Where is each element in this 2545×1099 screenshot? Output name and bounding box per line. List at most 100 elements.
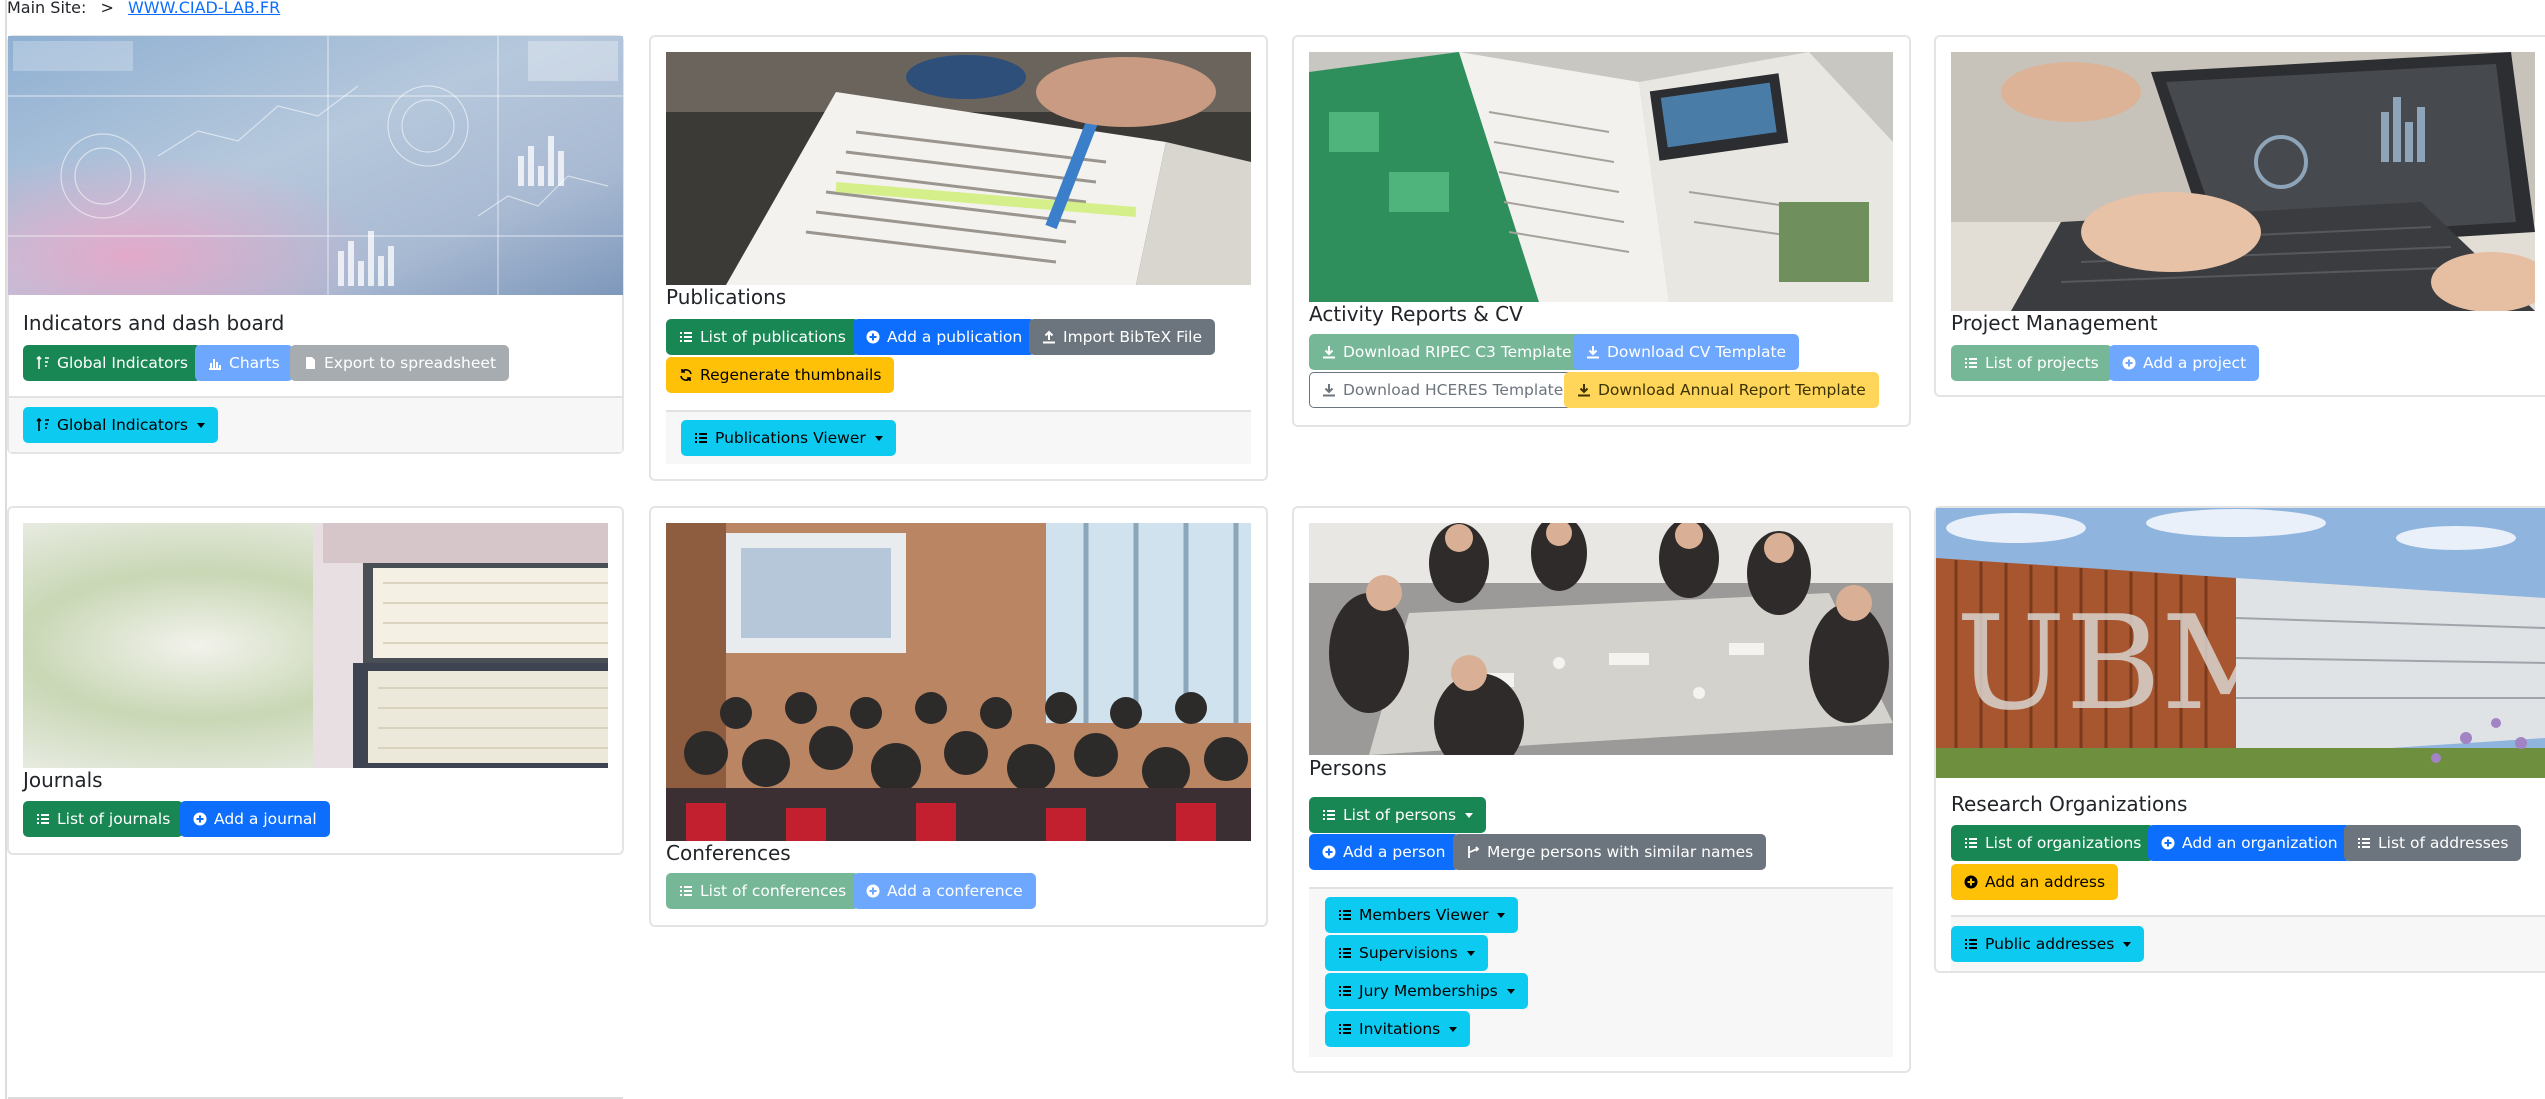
dashboard-image	[8, 36, 623, 295]
breadcrumb-label: Main Site:	[7, 0, 87, 17]
add-person-label: Add a person	[1343, 843, 1446, 861]
global-indicators-dropdown[interactable]: Global Indicators	[23, 407, 218, 443]
add-address-button[interactable]: Add an address	[1951, 864, 2119, 900]
list-icon	[1322, 808, 1336, 822]
export-spreadsheet-button[interactable]: Export to spreadsheet	[290, 345, 510, 381]
chevron-down-icon	[1466, 950, 1475, 956]
download-hceres-button[interactable]: Download HCERES Template	[1309, 372, 1577, 408]
list-icon	[1338, 908, 1352, 922]
main-site-link[interactable]: WWW.CIAD-LAB.FR	[128, 0, 280, 17]
download-icon	[1586, 345, 1600, 359]
list-persons-label: List of persons	[1343, 806, 1457, 824]
plus-circle-icon	[2122, 356, 2136, 370]
list-publications-button[interactable]: List of publications	[666, 319, 859, 355]
list-icon	[2357, 836, 2371, 850]
plus-circle-icon	[2161, 836, 2175, 850]
breadcrumb: Main Site: > WWW.CIAD-LAB.FR	[7, 0, 280, 18]
download-annual-report-label: Download Annual Report Template	[1598, 381, 1866, 399]
chevron-down-icon	[1449, 1026, 1458, 1032]
upload-icon	[1042, 330, 1056, 344]
add-publication-button[interactable]: Add a publication	[853, 319, 1036, 355]
list-projects-label: List of projects	[1985, 354, 2099, 372]
breadcrumb-separator: >	[100, 0, 114, 17]
download-ripec-label: Download RIPEC C3 Template	[1343, 343, 1572, 361]
list-persons-dropdown[interactable]: List of persons	[1309, 797, 1487, 833]
research-organizations-title: Research Organizations	[1951, 792, 2188, 816]
add-project-button[interactable]: Add a project	[2109, 345, 2260, 381]
supervisions-dropdown[interactable]: Supervisions	[1325, 935, 1488, 971]
list-icon	[1964, 937, 1978, 951]
sort-amount-icon	[36, 418, 50, 432]
import-bibtex-button[interactable]: Import BibTeX File	[1029, 319, 1216, 355]
refresh-icon	[679, 368, 693, 382]
add-organization-button[interactable]: Add an organization	[2148, 825, 2351, 861]
list-icon	[1338, 946, 1352, 960]
publications-title: Publications	[666, 285, 787, 309]
supervisions-label: Supervisions	[1359, 944, 1458, 962]
list-conferences-button[interactable]: List of conferences	[666, 873, 860, 909]
add-conference-button[interactable]: Add a conference	[853, 873, 1036, 909]
members-viewer-dropdown[interactable]: Members Viewer	[1325, 897, 1519, 933]
plus-circle-icon	[1322, 845, 1336, 859]
publications-image	[666, 52, 1251, 285]
charts-button[interactable]: Charts	[195, 345, 293, 381]
global-indicators-label: Global Indicators	[57, 354, 188, 372]
chevron-down-icon	[196, 422, 205, 428]
invitations-label: Invitations	[1359, 1020, 1441, 1038]
sort-amount-icon	[36, 356, 50, 370]
persons-title: Persons	[1309, 756, 1387, 780]
chevron-down-icon	[874, 435, 883, 441]
download-hceres-label: Download HCERES Template	[1343, 381, 1564, 399]
add-publication-label: Add a publication	[887, 328, 1023, 346]
list-icon	[679, 330, 693, 344]
download-cv-button[interactable]: Download CV Template	[1573, 334, 1800, 370]
jury-memberships-dropdown[interactable]: Jury Memberships	[1325, 973, 1528, 1009]
activity-reports-image	[1309, 52, 1893, 302]
list-journals-button[interactable]: List of journals	[23, 801, 184, 837]
file-export-icon	[303, 356, 317, 370]
list-icon	[1338, 1022, 1352, 1036]
merge-icon	[1466, 845, 1480, 859]
add-organization-label: Add an organization	[2182, 834, 2338, 852]
merge-persons-button[interactable]: Merge persons with similar names	[1453, 834, 1767, 870]
add-person-button[interactable]: Add a person	[1309, 834, 1459, 870]
list-addresses-button[interactable]: List of addresses	[2344, 825, 2522, 861]
list-projects-button[interactable]: List of projects	[1951, 345, 2112, 381]
list-addresses-label: List of addresses	[2378, 834, 2509, 852]
plus-circle-icon	[1964, 875, 1978, 889]
add-project-label: Add a project	[2143, 354, 2247, 372]
export-spreadsheet-label: Export to spreadsheet	[324, 354, 497, 372]
list-publications-label: List of publications	[700, 328, 846, 346]
journals-image	[23, 523, 608, 768]
charts-label: Charts	[229, 354, 280, 372]
download-annual-report-button[interactable]: Download Annual Report Template	[1564, 372, 1879, 408]
indicators-title: Indicators and dash board	[23, 311, 285, 335]
bar-chart-icon	[208, 356, 222, 370]
invitations-dropdown[interactable]: Invitations	[1325, 1011, 1471, 1047]
list-journals-label: List of journals	[57, 810, 171, 828]
research-organizations-image: UBM	[1936, 508, 2545, 778]
regenerate-thumbnails-button[interactable]: Regenerate thumbnails	[666, 357, 895, 393]
publications-viewer-dropdown[interactable]: Publications Viewer	[681, 420, 896, 456]
publications-viewer-label: Publications Viewer	[715, 429, 866, 447]
activity-reports-title: Activity Reports & CV	[1309, 302, 1523, 326]
project-management-image	[1951, 52, 2535, 311]
download-icon	[1577, 383, 1591, 397]
chevron-down-icon	[1497, 912, 1506, 918]
plus-circle-icon	[866, 884, 880, 898]
regenerate-thumbnails-label: Regenerate thumbnails	[700, 366, 882, 384]
list-icon	[694, 431, 708, 445]
chevron-down-icon	[2123, 941, 2132, 947]
download-ripec-button[interactable]: Download RIPEC C3 Template	[1309, 334, 1585, 370]
add-journal-button[interactable]: Add a journal	[180, 801, 330, 837]
global-indicators-dropdown-label: Global Indicators	[57, 416, 188, 434]
public-addresses-dropdown[interactable]: Public addresses	[1951, 926, 2145, 962]
list-organizations-button[interactable]: List of organizations	[1951, 825, 2155, 861]
list-icon	[1338, 984, 1352, 998]
list-icon	[1964, 836, 1978, 850]
journals-title: Journals	[23, 768, 103, 792]
public-addresses-label: Public addresses	[1985, 935, 2115, 953]
add-address-label: Add an address	[1985, 873, 2106, 891]
global-indicators-button[interactable]: Global Indicators	[23, 345, 201, 381]
download-icon	[1322, 345, 1336, 359]
